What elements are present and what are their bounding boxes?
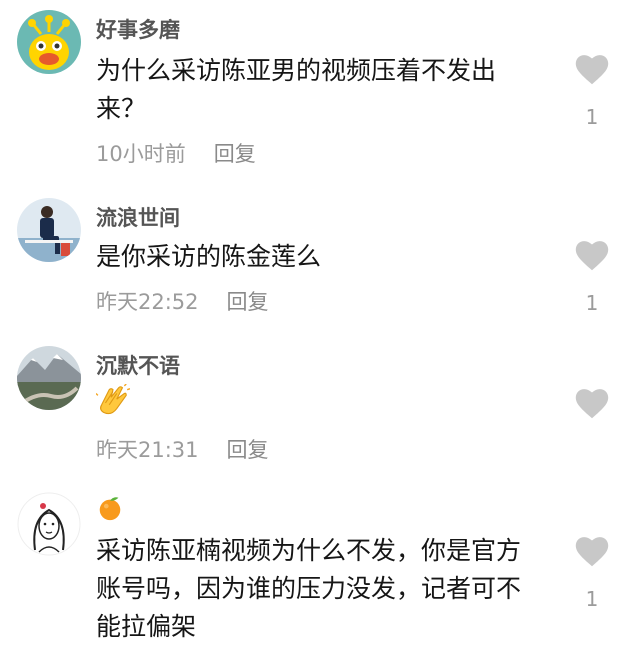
heart-icon [575,537,609,567]
like-count: 1 [585,587,599,611]
avatar[interactable] [17,492,81,556]
comment-item: 采访陈亚楠视频为什么不发，你是官方账号吗，因为谁的压力没发，记者可不能拉偏架 1 [0,0,625,641]
comment-text: 采访陈亚楠视频为什么不发，你是官方账号吗，因为谁的压力没发，记者可不能拉偏架 [96,536,522,641]
like-button[interactable]: 1 [574,536,610,611]
tangerine-icon [96,497,124,527]
comment-username[interactable] [96,494,124,527]
girl-drawing-avatar-icon [17,492,81,556]
